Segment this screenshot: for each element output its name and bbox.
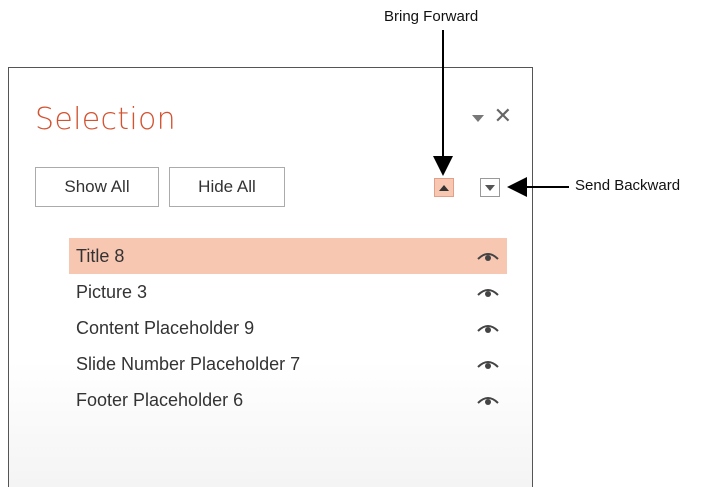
callout-arrows <box>433 30 569 197</box>
